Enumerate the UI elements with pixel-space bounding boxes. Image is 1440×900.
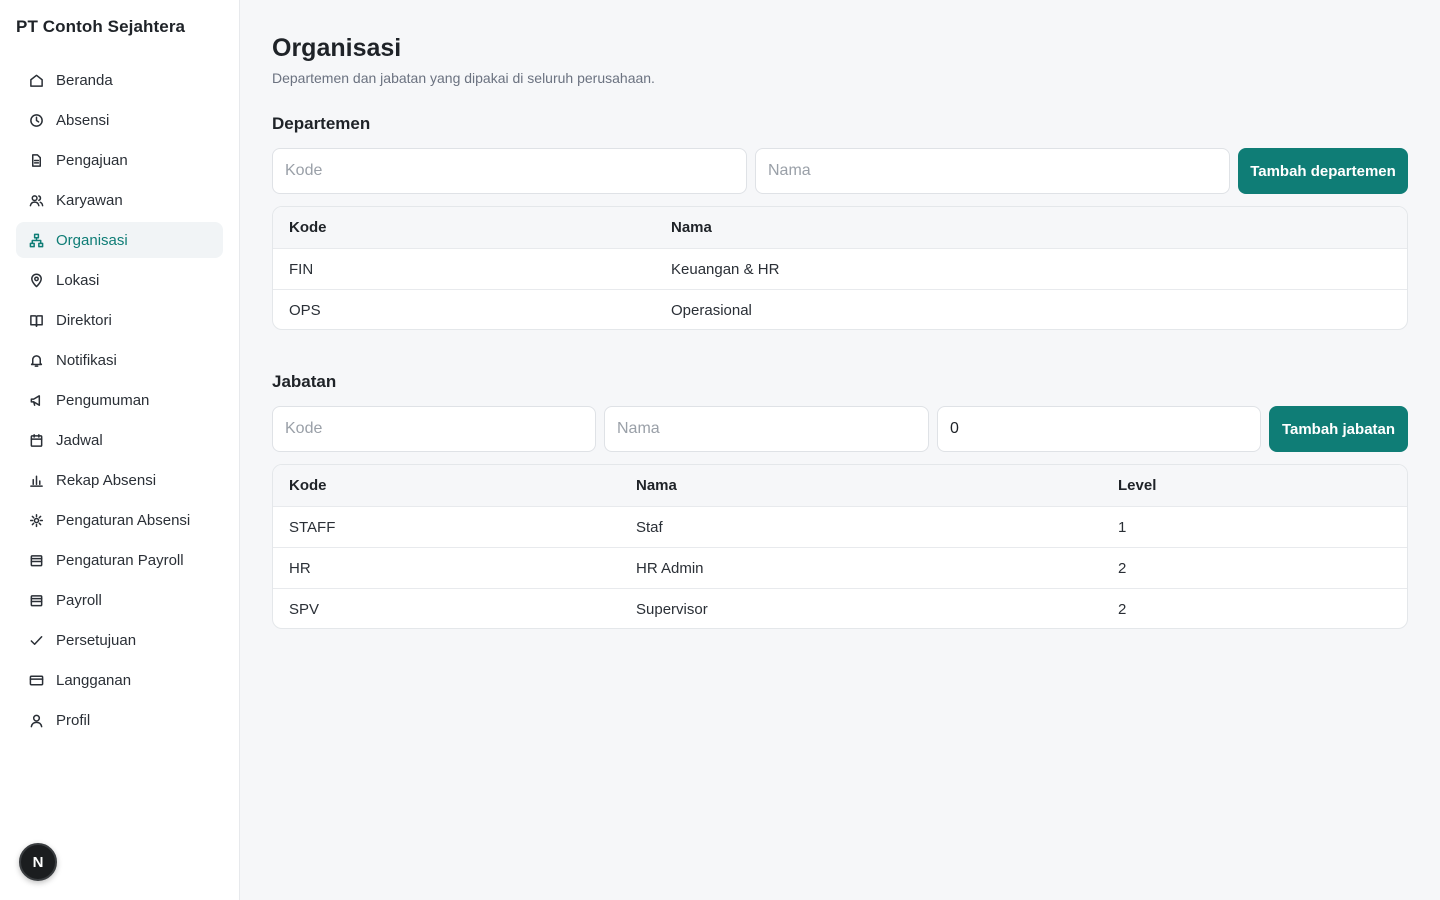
jabatan-nama-input[interactable]: [604, 406, 929, 452]
cell-kode: HR: [289, 559, 311, 577]
sidebar-nav: Beranda Absensi Pengajuan Karyawan Organ…: [16, 62, 223, 742]
cell-nama: Supervisor: [636, 600, 708, 618]
sidebar-item-lokasi[interactable]: Lokasi: [16, 262, 223, 298]
org-chart-icon: [28, 232, 44, 248]
sidebar-item-payroll[interactable]: Payroll: [16, 582, 223, 618]
sidebar-item-profil[interactable]: Profil: [16, 702, 223, 738]
sidebar-item-organisasi[interactable]: Organisasi: [16, 222, 223, 258]
column-header-kode: Kode: [289, 477, 327, 494]
sidebar-item-jadwal[interactable]: Jadwal: [16, 422, 223, 458]
wallet-icon: [28, 592, 44, 608]
cell-nama: Operasional: [671, 301, 752, 319]
sidebar-item-label: Notifikasi: [56, 351, 117, 369]
sidebar-item-persetujuan[interactable]: Persetujuan: [16, 622, 223, 658]
sidebar-item-label: Profil: [56, 711, 91, 729]
cell-level: 1: [1118, 518, 1127, 536]
sidebar-item-label: Direktori: [56, 311, 112, 329]
cell-nama: Staf: [636, 518, 663, 536]
sidebar-item-label: Rekap Absensi: [56, 471, 157, 489]
sidebar-item-langganan[interactable]: Langganan: [16, 662, 223, 698]
jabatan-table: Kode Nama Level STAFF Staf 1 HR HR Admin…: [272, 464, 1408, 629]
sidebar-item-label: Langganan: [56, 671, 132, 689]
users-icon: [28, 192, 44, 208]
cell-nama: Keuangan & HR: [671, 260, 780, 278]
table-row: FIN Keuangan & HR: [273, 248, 1407, 289]
cell-kode: OPS: [289, 301, 321, 319]
column-header-nama: Nama: [636, 477, 677, 494]
home-icon: [28, 72, 44, 88]
table-row: STAFF Staf 1: [273, 506, 1407, 547]
cell-nama: HR Admin: [636, 559, 704, 577]
sidebar-item-karyawan[interactable]: Karyawan: [16, 182, 223, 218]
user-icon: [28, 712, 44, 728]
table-header-row: Kode Nama: [273, 207, 1407, 248]
departemen-nama-input[interactable]: [755, 148, 1230, 194]
main-content: Organisasi Departemen dan jabatan yang d…: [240, 0, 1440, 900]
cell-level: 2: [1118, 559, 1127, 577]
bell-icon: [28, 352, 44, 368]
book-icon: [28, 312, 44, 328]
table-row: SPV Supervisor 2: [273, 588, 1407, 628]
calendar-icon: [28, 432, 44, 448]
sidebar-item-label: Payroll: [56, 591, 102, 609]
avatar[interactable]: N: [19, 843, 57, 881]
departemen-kode-input[interactable]: [272, 148, 747, 194]
cell-kode: FIN: [289, 260, 314, 278]
sidebar-item-direktori[interactable]: Direktori: [16, 302, 223, 338]
jabatan-section-title: Jabatan: [272, 372, 337, 391]
brand-name: PT Contoh Sejahtera: [16, 17, 186, 36]
wallet-icon: [28, 552, 44, 568]
sidebar-item-absensi[interactable]: Absensi: [16, 102, 223, 138]
sidebar-item-notifikasi[interactable]: Notifikasi: [16, 342, 223, 378]
sidebar-item-pengumuman[interactable]: Pengumuman: [16, 382, 223, 418]
sidebar-item-label: Karyawan: [56, 191, 123, 209]
table-row: OPS Operasional: [273, 289, 1407, 329]
sidebar-item-label: Pengaturan Absensi: [56, 511, 191, 529]
sidebar-item-label: Pengumuman: [56, 391, 150, 409]
table-row: HR HR Admin 2: [273, 547, 1407, 588]
jabatan-level-input[interactable]: [937, 406, 1261, 452]
sidebar-item-label: Beranda: [56, 71, 113, 89]
sidebar-item-rekap-absensi[interactable]: Rekap Absensi: [16, 462, 223, 498]
sidebar-item-label: Jadwal: [56, 431, 103, 449]
sidebar: PT Contoh Sejahtera Beranda Absensi Peng…: [0, 0, 240, 900]
sidebar-item-label: Organisasi: [56, 231, 128, 249]
page-title: Organisasi: [272, 34, 402, 62]
file-icon: [28, 152, 44, 168]
column-header-nama: Nama: [671, 219, 712, 236]
jabatan-kode-input[interactable]: [272, 406, 596, 452]
departemen-table: Kode Nama FIN Keuangan & HR OPS Operasio…: [272, 206, 1408, 330]
add-departemen-button[interactable]: Tambah departemen: [1238, 148, 1408, 194]
page-subtitle: Departemen dan jabatan yang dipakai di s…: [272, 70, 655, 86]
sidebar-item-beranda[interactable]: Beranda: [16, 62, 223, 98]
bar-chart-icon: [28, 472, 44, 488]
column-header-level: Level: [1118, 477, 1157, 494]
cell-kode: STAFF: [289, 518, 336, 536]
column-header-kode: Kode: [289, 219, 327, 236]
sidebar-item-pengaturan-absensi[interactable]: Pengaturan Absensi: [16, 502, 223, 538]
map-pin-icon: [28, 272, 44, 288]
table-header-row: Kode Nama Level: [273, 465, 1407, 506]
clock-icon: [28, 112, 44, 128]
sidebar-item-pengajuan[interactable]: Pengajuan: [16, 142, 223, 178]
departemen-section-title: Departemen: [272, 114, 371, 133]
sidebar-item-label: Persetujuan: [56, 631, 137, 649]
credit-card-icon: [28, 672, 44, 688]
sidebar-item-pengaturan-payroll[interactable]: Pengaturan Payroll: [16, 542, 223, 578]
cell-kode: SPV: [289, 600, 320, 618]
sidebar-item-label: Pengajuan: [56, 151, 128, 169]
sidebar-item-label: Pengaturan Payroll: [56, 551, 184, 569]
check-icon: [28, 632, 44, 648]
sidebar-item-label: Absensi: [56, 111, 110, 129]
gear-icon: [28, 512, 44, 528]
cell-level: 2: [1118, 600, 1127, 618]
add-jabatan-button[interactable]: Tambah jabatan: [1269, 406, 1408, 452]
sidebar-item-label: Lokasi: [56, 271, 100, 289]
megaphone-icon: [28, 392, 44, 408]
